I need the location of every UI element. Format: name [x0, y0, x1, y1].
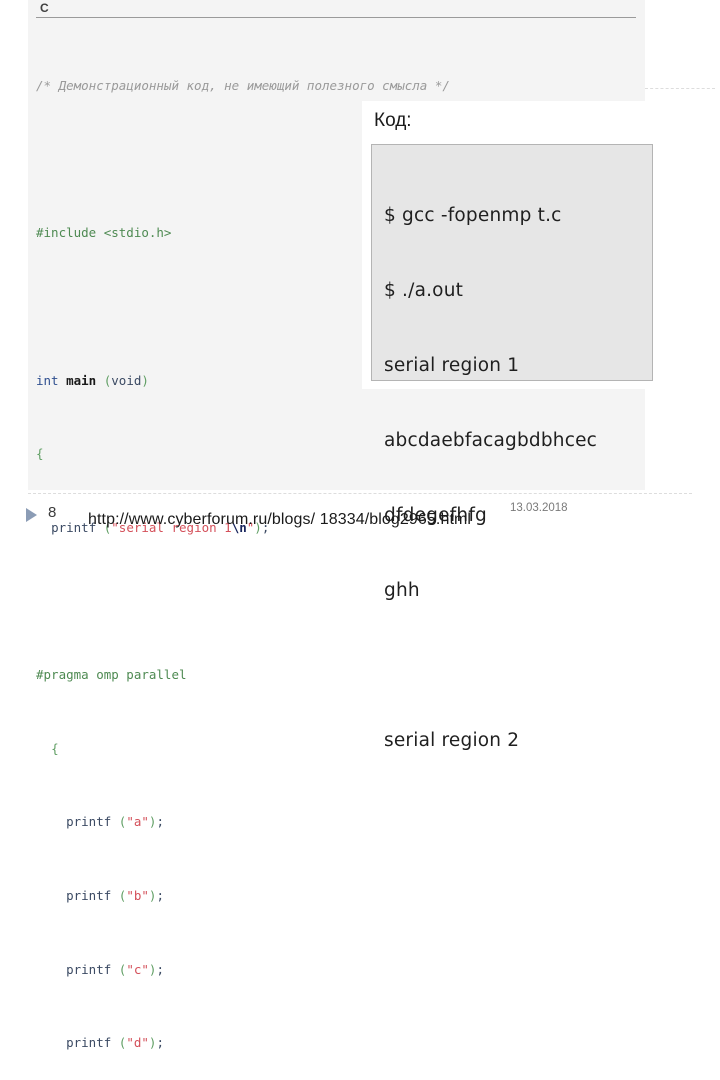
footer-divider — [28, 493, 692, 494]
terminal-output-text: $ gcc -fopenmp t.c $ ./a.out serial regi… — [384, 153, 646, 803]
triangle-bullet-icon — [26, 508, 37, 522]
slide-guide-top-right — [645, 88, 715, 89]
footer-url-link[interactable]: http://www.cyberforum.ru/blogs/ 18334/bl… — [88, 510, 471, 530]
token-brace-open: { — [51, 740, 59, 756]
token-void: void — [111, 372, 142, 388]
code-line: /* Демонстрационный код, не имеющий поле… — [36, 77, 636, 95]
code-line: printf ("a"); — [66, 814, 164, 830]
terminal-line: ghh — [384, 580, 420, 601]
page-number: 8 — [48, 504, 57, 521]
code-line: printf ("b"); — [66, 887, 164, 903]
terminal-output-box: $ gcc -fopenmp t.c $ ./a.out serial regi… — [371, 144, 653, 751]
terminal-line: $ ./a.out — [384, 280, 464, 301]
output-panel-title: Код: — [374, 110, 412, 131]
code-line: printf ("c"); — [66, 961, 164, 977]
token-int: int — [36, 372, 59, 388]
code-include: #include <stdio.h> — [36, 225, 172, 241]
footer-date: 13.03.2018 — [510, 502, 568, 514]
terminal-line: $ gcc -fopenmp t.c — [384, 205, 562, 226]
code-line: printf ("d"); — [66, 1035, 164, 1051]
token-string: "d" — [126, 1035, 149, 1051]
code-language-label: C — [40, 1, 49, 15]
code-comment: /* Демонстрационный код, не имеющий поле… — [36, 78, 450, 94]
token-main: main — [66, 372, 97, 388]
terminal-line: abcdaebfacagbdbhcec — [384, 430, 598, 451]
code-panel-divider — [36, 17, 636, 18]
token-string: "a" — [126, 814, 149, 830]
token-string: "b" — [126, 887, 149, 903]
slide-canvas: C /* Демонстрационный код, не имеющий по… — [0, 0, 720, 1050]
token-string: "c" — [126, 961, 149, 977]
output-overlay-panel: Код: $ gcc -fopenmp t.c $ ./a.out serial… — [362, 101, 662, 751]
terminal-line: serial region 1 — [384, 355, 520, 376]
code-pragma: #pragma omp parallel — [36, 667, 187, 683]
terminal-line: serial region 2 — [384, 730, 520, 751]
token-brace-open: { — [36, 446, 44, 462]
